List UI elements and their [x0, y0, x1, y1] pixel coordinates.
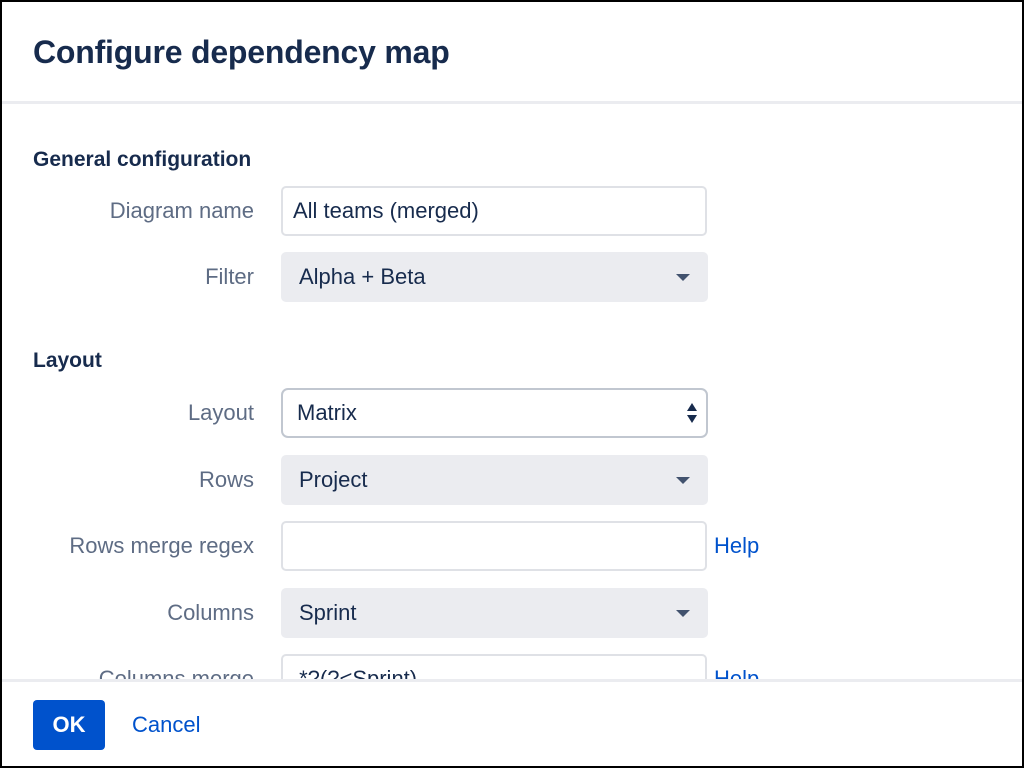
columns-selected-value: Sprint [299, 600, 357, 625]
columns-label: Columns [167, 600, 254, 625]
ok-button[interactable]: OK [33, 700, 105, 750]
layout-label: Layout [187, 400, 254, 425]
rows-label: Rows [198, 467, 254, 492]
columns-merge-input[interactable] [281, 654, 707, 679]
columns-merge-label: Columns merge [98, 666, 254, 679]
columns-merge-help-link[interactable]: Help [714, 654, 759, 679]
chevron-down-icon [676, 477, 690, 484]
filter-selected-value: Alpha + Beta [299, 264, 426, 289]
filter-label: Filter [205, 264, 254, 289]
rows-selected-value: Project [299, 467, 368, 492]
rows-dropdown[interactable]: Project [281, 455, 708, 505]
dialog-title: Configure dependency map [33, 34, 450, 70]
cancel-button[interactable]: Cancel [120, 700, 212, 750]
select-updown-icon [687, 403, 697, 423]
rows-merge-regex-input[interactable] [281, 521, 707, 571]
diagram-name-label: Diagram name [109, 198, 254, 223]
layout-heading: Layout [33, 349, 102, 372]
layout-selected-value: Matrix [297, 400, 357, 425]
chevron-down-icon [676, 610, 690, 617]
rows-merge-regex-help-link[interactable]: Help [714, 521, 759, 571]
columns-dropdown[interactable]: Sprint [281, 588, 708, 638]
layout-select[interactable]: Matrix [281, 388, 708, 438]
dialog-header: Configure dependency map [2, 2, 1022, 104]
dialog-footer: OK Cancel [2, 679, 1022, 766]
dialog-body[interactable]: General configuration Diagram name Filte… [2, 104, 1022, 679]
filter-dropdown[interactable]: Alpha + Beta [281, 252, 708, 302]
general-configuration-heading: General configuration [33, 148, 252, 171]
rows-merge-regex-label: Rows merge regex [69, 533, 254, 558]
chevron-down-icon [676, 274, 690, 281]
diagram-name-input[interactable] [281, 186, 707, 236]
configure-dialog: Configure dependency map General configu… [0, 0, 1024, 768]
